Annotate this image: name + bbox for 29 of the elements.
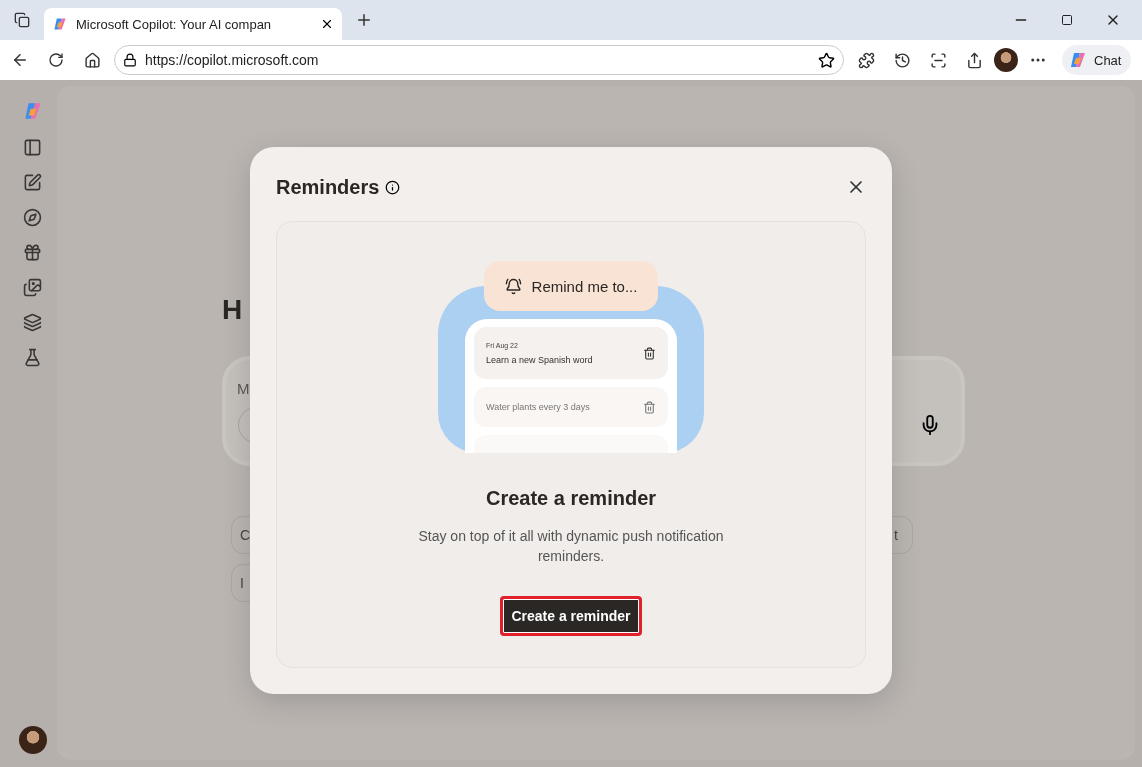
lock-icon xyxy=(123,53,137,67)
compass-icon[interactable] xyxy=(23,208,42,227)
reminder-text: Water plants every 3 days xyxy=(486,402,591,412)
dialog-title: Reminders xyxy=(276,175,380,199)
images-icon[interactable] xyxy=(23,278,42,297)
trash-icon xyxy=(643,346,656,360)
gift-icon[interactable] xyxy=(23,243,42,262)
create-heading: Create a reminder xyxy=(485,487,657,510)
greeting-heading: H xyxy=(222,294,244,326)
browser-tab[interactable]: Microsoft Copilot: Your AI compan xyxy=(44,8,342,40)
user-avatar[interactable] xyxy=(18,726,47,754)
copilot-logo-icon xyxy=(1068,50,1088,70)
create-reminder-button[interactable]: Create a reminder xyxy=(500,596,642,636)
bell-icon xyxy=(504,277,522,295)
copilot-logo-icon xyxy=(52,16,68,32)
new-chat-icon[interactable] xyxy=(23,173,42,192)
flask-icon[interactable] xyxy=(23,348,42,367)
chat-button[interactable]: Chat xyxy=(1062,45,1132,75)
profile-avatar[interactable] xyxy=(994,48,1018,72)
prompt-text: Remind me to... xyxy=(531,277,638,295)
info-icon[interactable] xyxy=(385,179,401,195)
sidebar-icon[interactable] xyxy=(23,138,42,157)
trash-icon xyxy=(643,400,656,414)
description: Stay on top of it all with dynamic push notification reminders. xyxy=(417,527,725,566)
close-tab-icon[interactable] xyxy=(320,17,334,31)
composer-placeholder: M xyxy=(237,380,251,397)
reminder-text: Learn a new Spanish word xyxy=(486,354,594,365)
tab-title: Microsoft Copilot: Your AI compan xyxy=(76,16,273,32)
favorite-star-icon[interactable] xyxy=(818,51,835,69)
